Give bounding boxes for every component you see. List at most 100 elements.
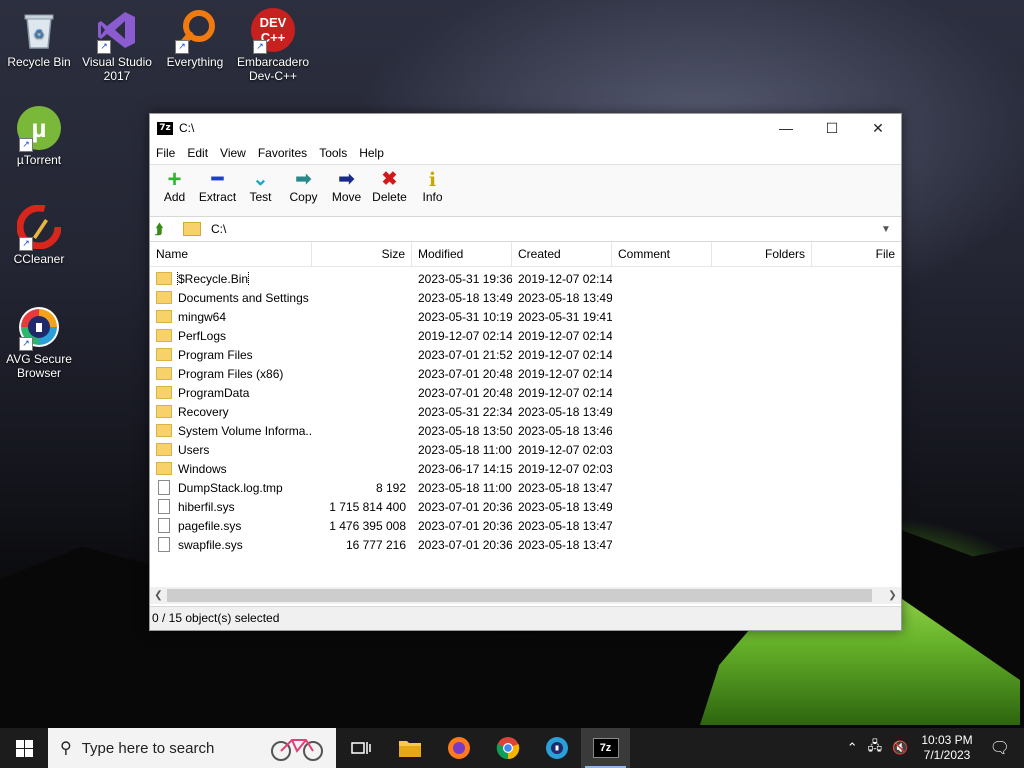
list-item[interactable]: hiberfil.sys 1 715 814 400 2023-07-01 20… xyxy=(150,497,901,516)
list-item[interactable]: Recovery 2023-05-31 22:34 2023-05-18 13:… xyxy=(150,402,901,421)
search-icon: ⚲ xyxy=(60,740,72,757)
item-created: 2023-05-18 13:49 xyxy=(518,404,612,419)
taskbar-file-explorer[interactable] xyxy=(385,728,434,768)
item-created: 2023-05-31 19:41 xyxy=(518,309,612,324)
delete-button[interactable]: ✖ Delete xyxy=(368,165,411,205)
test-button[interactable]: ⌄ Test xyxy=(239,165,282,205)
list-item[interactable]: pagefile.sys 1 476 395 008 2023-07-01 20… xyxy=(150,516,901,535)
item-created: 2019-12-07 02:14 xyxy=(518,366,612,381)
menu-edit[interactable]: Edit xyxy=(181,146,214,160)
list-item[interactable]: ProgramData 2023-07-01 20:48 2019-12-07 … xyxy=(150,383,901,402)
item-name: Documents and Settings xyxy=(178,290,309,305)
menu-file[interactable]: File xyxy=(150,146,181,160)
column-name[interactable]: Name xyxy=(150,242,312,266)
column-size[interactable]: Size xyxy=(312,242,412,266)
desktop-icon-avg-browser[interactable]: ↗ AVG Secure Browser xyxy=(1,305,77,380)
start-button[interactable] xyxy=(0,728,48,768)
chevron-up-icon[interactable]: ⌃ xyxy=(847,740,858,756)
taskbar-firefox[interactable] xyxy=(434,728,483,768)
maximize-button[interactable]: ☐ xyxy=(809,114,855,142)
item-modified: 2023-06-17 14:15 xyxy=(418,461,512,476)
item-name: DumpStack.log.tmp xyxy=(178,480,283,495)
network-icon[interactable]: 🖧 xyxy=(868,737,883,759)
item-created: 2023-05-18 13:47 xyxy=(518,480,612,495)
list-item[interactable]: DumpStack.log.tmp 8 192 2023-05-18 11:00… xyxy=(150,478,901,497)
task-view-button[interactable] xyxy=(336,728,385,768)
column-created[interactable]: Created xyxy=(512,242,612,266)
minimize-button[interactable]: — xyxy=(763,114,809,142)
notifications-icon[interactable]: 🗨 xyxy=(990,738,1010,758)
item-name: Users xyxy=(178,442,210,457)
item-created: 2023-05-18 13:49 xyxy=(518,290,612,305)
arrow-right-icon: ➡ xyxy=(338,169,355,190)
list-item[interactable]: Documents and Settings 2023-05-18 13:49 … xyxy=(150,288,901,307)
scroll-left-icon[interactable]: ❮ xyxy=(150,587,167,604)
info-button[interactable]: i Info xyxy=(411,165,454,204)
list-item[interactable]: Windows 2023-06-17 14:15 2019-12-07 02:0… xyxy=(150,459,901,478)
column-comment[interactable]: Comment xyxy=(612,242,712,266)
clock[interactable]: 10:03 PM 7/1/2023 xyxy=(921,733,972,763)
list-item[interactable]: System Volume Informa... 2023-05-18 13:5… xyxy=(150,421,901,440)
list-item[interactable]: Users 2023-05-18 11:00 2019-12-07 02:03 xyxy=(150,440,901,459)
column-modified[interactable]: Modified xyxy=(412,242,512,266)
address-bar: ⮭ C:\ ▼ xyxy=(150,216,901,242)
folder-icon xyxy=(156,367,172,380)
item-created: 2023-05-18 13:47 xyxy=(518,518,612,533)
desktop-icon-devcpp[interactable]: DEV C++ ↗ Embarcadero Dev-C++ xyxy=(235,8,311,83)
scrollbar-thumb[interactable] xyxy=(167,589,872,602)
list-item[interactable]: Program Files 2023-07-01 21:52 2019-12-0… xyxy=(150,345,901,364)
item-size: 8 192 xyxy=(375,480,406,495)
folder-icon xyxy=(156,348,172,361)
item-created: 2019-12-07 02:14 xyxy=(518,385,612,400)
copy-button[interactable]: ➡ Copy xyxy=(282,165,325,205)
desktop-icon-recycle-bin[interactable]: ♻ Recycle Bin xyxy=(1,8,77,69)
item-modified: 2023-07-01 20:48 xyxy=(418,366,512,381)
plus-icon: + xyxy=(167,166,182,193)
column-folders[interactable]: Folders xyxy=(712,242,812,266)
taskbar-avg-browser[interactable] xyxy=(532,728,581,768)
move-button[interactable]: ➡ Move xyxy=(325,165,368,205)
volume-muted-icon[interactable]: 🔇 xyxy=(892,740,908,756)
taskbar-chrome[interactable] xyxy=(483,728,532,768)
title-bar[interactable]: 7z C:\ — ☐ ✕ xyxy=(150,114,901,142)
folder-up-icon[interactable]: ⮭ xyxy=(155,221,171,238)
desktop-icon-visual-studio[interactable]: ↗ Visual Studio 2017 xyxy=(79,8,155,83)
list-item[interactable]: swapfile.sys 16 777 216 2023-07-01 20:36… xyxy=(150,535,901,554)
menu-view[interactable]: View xyxy=(214,146,252,160)
scroll-right-icon[interactable]: ❯ xyxy=(884,587,901,604)
list-header: Name Size Modified Created Comment Folde… xyxy=(150,242,901,267)
folder-icon xyxy=(156,386,172,399)
item-modified: 2023-07-01 20:36 xyxy=(418,499,512,514)
desktop-icon-everything[interactable]: ↗ Everything xyxy=(157,8,233,69)
list-item[interactable]: PerfLogs 2019-12-07 02:14 2019-12-07 02:… xyxy=(150,326,901,345)
delete-label: Delete xyxy=(372,190,407,204)
item-modified: 2023-05-18 13:49 xyxy=(418,290,512,305)
taskbar-search-box[interactable]: ⚲ Type here to search xyxy=(48,728,336,768)
item-modified: 2023-07-01 20:36 xyxy=(418,537,512,552)
list-item[interactable]: Program Files (x86) 2023-07-01 20:48 201… xyxy=(150,364,901,383)
column-files[interactable]: File xyxy=(812,242,901,266)
copy-label: Copy xyxy=(289,190,318,204)
desktop-icon-ccleaner[interactable]: ↗ CCleaner xyxy=(1,204,77,266)
desktop-icon-label: Embarcadero Dev-C++ xyxy=(236,55,310,83)
desktop-icon-label: µTorrent xyxy=(16,153,62,167)
horizontal-scrollbar[interactable]: ❮ ❯ xyxy=(150,587,901,604)
extract-button[interactable]: ━ Extract xyxy=(196,165,239,205)
add-button[interactable]: + Add xyxy=(153,165,196,205)
list-item[interactable]: $Recycle.Bin 2023-05-31 19:36 2019-12-07… xyxy=(150,269,901,288)
chevron-down-icon[interactable]: ▼ xyxy=(881,224,897,235)
menu-help[interactable]: Help xyxy=(353,146,390,160)
list-item[interactable]: mingw64 2023-05-31 10:19 2023-05-31 19:4… xyxy=(150,307,901,326)
desktop-icon-utorrent[interactable]: µ ↗ µTorrent xyxy=(1,106,77,167)
system-file-icon xyxy=(158,537,170,552)
menu-tools[interactable]: Tools xyxy=(313,146,353,160)
avg-browser-icon xyxy=(545,737,568,759)
menu-favorites[interactable]: Favorites xyxy=(252,146,313,160)
address-path-input[interactable]: C:\ xyxy=(211,222,881,236)
item-modified: 2023-05-18 11:00 xyxy=(418,442,512,457)
7zip-app-icon: 7z xyxy=(157,121,173,135)
close-button[interactable]: ✕ xyxy=(855,114,901,142)
recycle-bin-icon: ♻ xyxy=(17,8,61,52)
item-name: ProgramData xyxy=(178,385,250,400)
taskbar-7zip[interactable]: 7z xyxy=(581,728,630,768)
